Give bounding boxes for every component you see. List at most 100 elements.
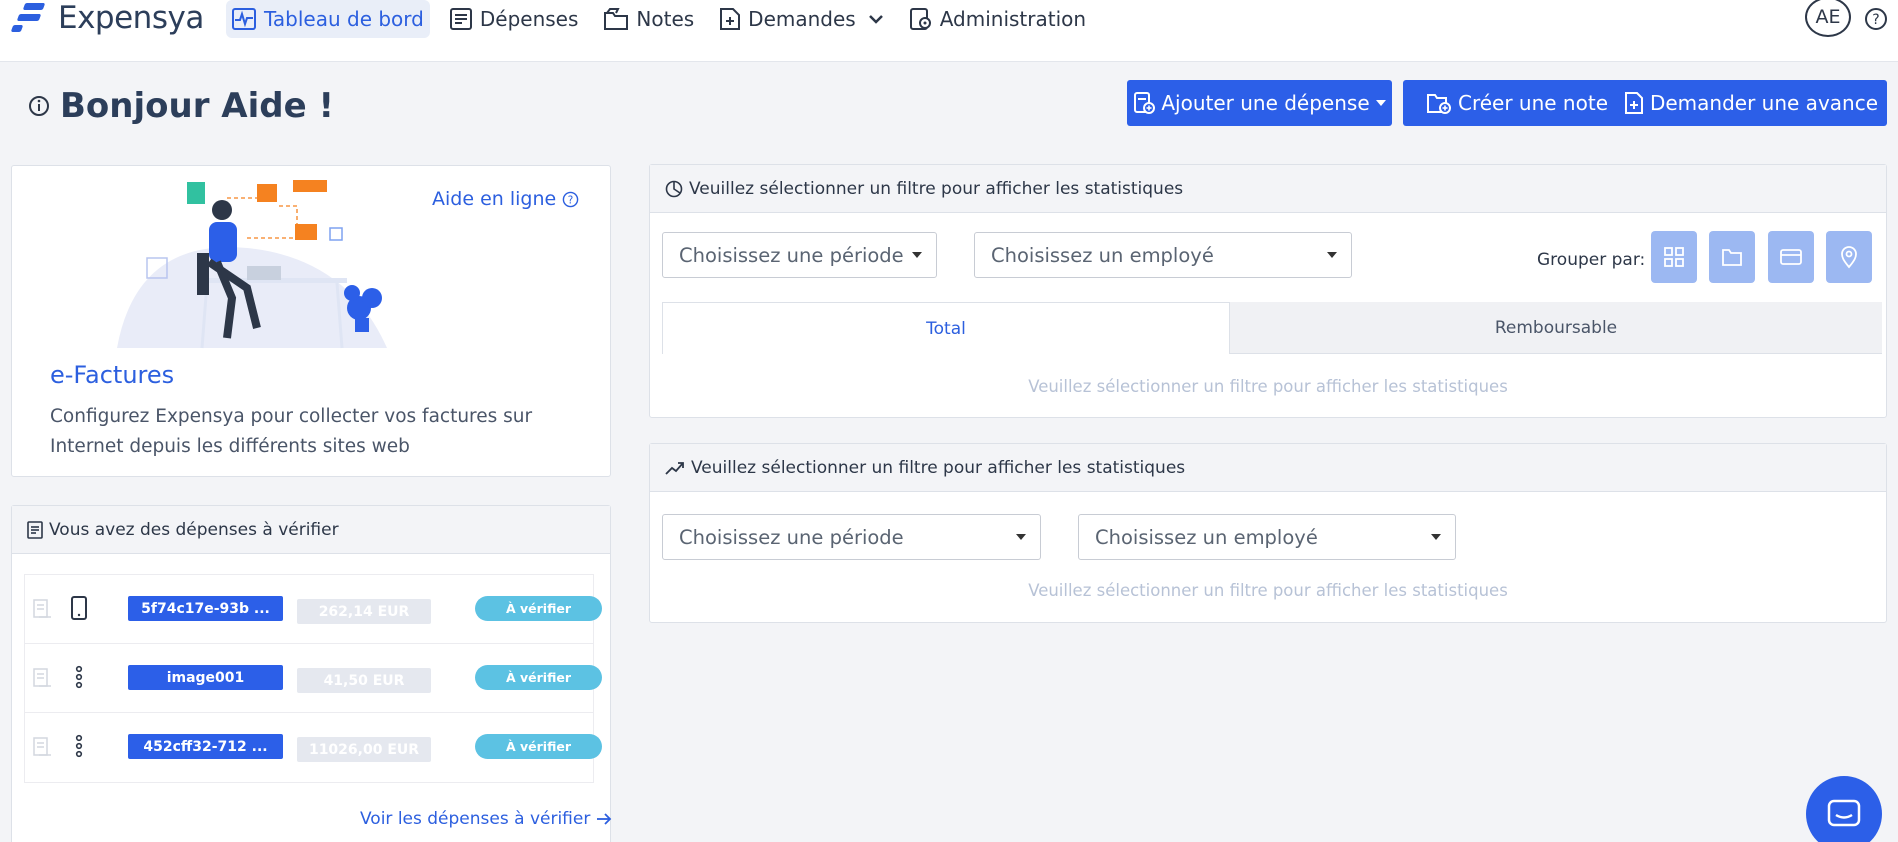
nav-tableau-de-bord[interactable]: Tableau de bord [226,0,430,38]
stats-card-trend: Veuillez sélectionner un filtre pour aff… [649,443,1887,623]
group-by-payment-button[interactable] [1768,231,1814,283]
empty-stats-message: Veuillez sélectionner un filtre pour aff… [1028,581,1508,600]
greeting: Bonjour Aide ! [28,86,334,126]
arrow-right-icon [597,813,612,825]
nav-label: Notes [636,7,695,31]
add-expense-button[interactable]: Ajouter une dépense [1127,80,1392,126]
caret-down-icon [1431,534,1441,540]
nav-label: Dépenses [479,7,579,31]
svg-text:?: ? [568,194,574,206]
receipt-plus-icon [1134,92,1156,114]
view-expenses-to-verify-link[interactable]: Voir les dépenses à vérifier [360,809,612,829]
empty-stats-message: Veuillez sélectionner un filtre pour aff… [1028,377,1508,396]
chat-icon [1827,799,1861,827]
caret-down-icon [912,252,922,258]
file-plus-icon [720,8,741,30]
page-title: Bonjour Aide ! [60,86,335,126]
online-help-label: Aide en ligne [432,188,557,210]
group-by-note-button[interactable] [1709,231,1755,283]
tablet-icon [71,596,87,620]
efactures-illustration [117,180,387,349]
status-badge: À vérifier [475,734,602,759]
receipt-thumbnail-icon [33,737,51,756]
view-expenses-label: Voir les dépenses à vérifier [360,809,591,829]
employee-select-value: Choisissez un employé [1095,525,1318,549]
request-advance-button[interactable]: Demander une avance [1615,80,1887,126]
verify-card-header: Vous avez des dépenses à vérifier [12,506,610,554]
stats-card-header: Veuillez sélectionner un filtre pour aff… [650,165,1886,213]
receipt-thumbnail-icon [33,599,51,618]
expense-amount: 262,14 EUR [297,599,431,624]
nav-label: Demandes [748,7,856,31]
expense-name[interactable]: 452cff32-712 ... [128,734,283,759]
group-by-location-button[interactable] [1826,231,1872,283]
expense-amount: 41,50 EUR [297,668,431,693]
app-logo[interactable]: Expensya [10,0,204,36]
tab-remboursable[interactable]: Remboursable [1230,302,1882,354]
employee-select-value: Choisissez un employé [991,243,1214,267]
nav-depenses[interactable]: Dépenses [444,0,585,38]
svg-text:?: ? [1872,12,1879,28]
status-badge: À vérifier [475,665,602,690]
tab-total[interactable]: Total [662,302,1230,354]
pulse-chart-icon [232,8,256,30]
receipt-icon [449,8,472,30]
nav-demandes[interactable]: Demandes [714,0,890,38]
expense-amount: 11026,00 EUR [297,737,431,762]
help-icon[interactable]: ? [1864,7,1888,31]
add-expense-label: Ajouter une dépense [1161,91,1370,115]
nav-label: Tableau de bord [264,7,424,31]
stats-card-title: Veuillez sélectionner un filtre pour aff… [691,457,1186,478]
app-name: Expensya [58,0,204,36]
create-note-label: Créer une note [1457,91,1608,115]
online-help-link[interactable]: Aide en ligne ? [432,188,579,210]
stats-card-pie: Veuillez sélectionner un filtre pour aff… [649,164,1887,418]
help-icon: ? [562,191,579,207]
chat-launcher-button[interactable] [1806,776,1882,842]
folder-icon [1722,249,1742,266]
period-select-value: Choisissez une période [679,525,904,549]
more-vertical-icon[interactable] [70,664,88,690]
verify-expenses-card: Vous avez des dépenses à vérifier 5f74c1… [11,505,612,842]
folder-icon [604,8,629,30]
list-item[interactable]: 452cff32-712 ... 11026,00 EUR À vérifier [25,713,602,782]
employee-select[interactable]: Choisissez un employé [974,232,1352,278]
gear-doc-icon [909,8,931,30]
efactures-card: Aide en ligne ? e-Factures Configurez Ex… [11,165,611,477]
pie-chart-icon [665,180,683,197]
more-vertical-icon[interactable] [70,733,88,759]
employee-select[interactable]: Choisissez un employé [1078,514,1456,560]
stats-card-header: Veuillez sélectionner un filtre pour aff… [650,444,1886,492]
list-item[interactable]: image001 41,50 EUR À vérifier [25,644,602,713]
promo-text: Configurez Expensya pour collecter vos f… [50,406,533,457]
info-icon [29,96,49,116]
receipt-thumbnail-icon [33,668,51,687]
expense-name[interactable]: 5f74c17e-93b ... [128,596,283,621]
group-by-label: Grouper par: [1537,250,1646,270]
stats-tabs: Total Remboursable [662,302,1882,354]
credit-card-icon [1780,249,1802,265]
verify-expense-list: 5f74c17e-93b ... 262,14 EUR À vérifier i… [24,574,602,783]
create-note-button[interactable]: Créer une note [1403,80,1631,126]
status-badge: À vérifier [475,596,602,621]
top-navbar: Expensya Tableau de bord Dépenses Notes … [0,0,1898,62]
group-by-category-button[interactable] [1651,231,1697,283]
list-item[interactable]: 5f74c17e-93b ... 262,14 EUR À vérifier [25,575,602,644]
expensya-logo-icon [10,0,46,36]
chevron-down-icon [868,15,883,24]
expense-name[interactable]: image001 [128,665,283,690]
main-nav: Tableau de bord Dépenses Notes Demandes … [226,0,1106,38]
nav-notes[interactable]: Notes [598,0,700,38]
promo-title[interactable]: e-Factures [50,361,174,389]
stats-card-title: Veuillez sélectionner un filtre pour aff… [689,178,1184,199]
user-avatar[interactable]: AE [1805,0,1851,37]
request-advance-label: Demander une avance [1649,91,1879,115]
map-pin-icon [1841,246,1857,269]
nav-administration[interactable]: Administration [904,0,1092,38]
period-select[interactable]: Choisissez une période [662,514,1041,560]
period-select[interactable]: Choisissez une période [662,232,937,278]
folder-plus-icon [1426,94,1451,114]
caret-down-icon [1375,100,1386,106]
receipt-icon [27,520,43,539]
verify-card-title: Vous avez des dépenses à vérifier [49,519,339,540]
